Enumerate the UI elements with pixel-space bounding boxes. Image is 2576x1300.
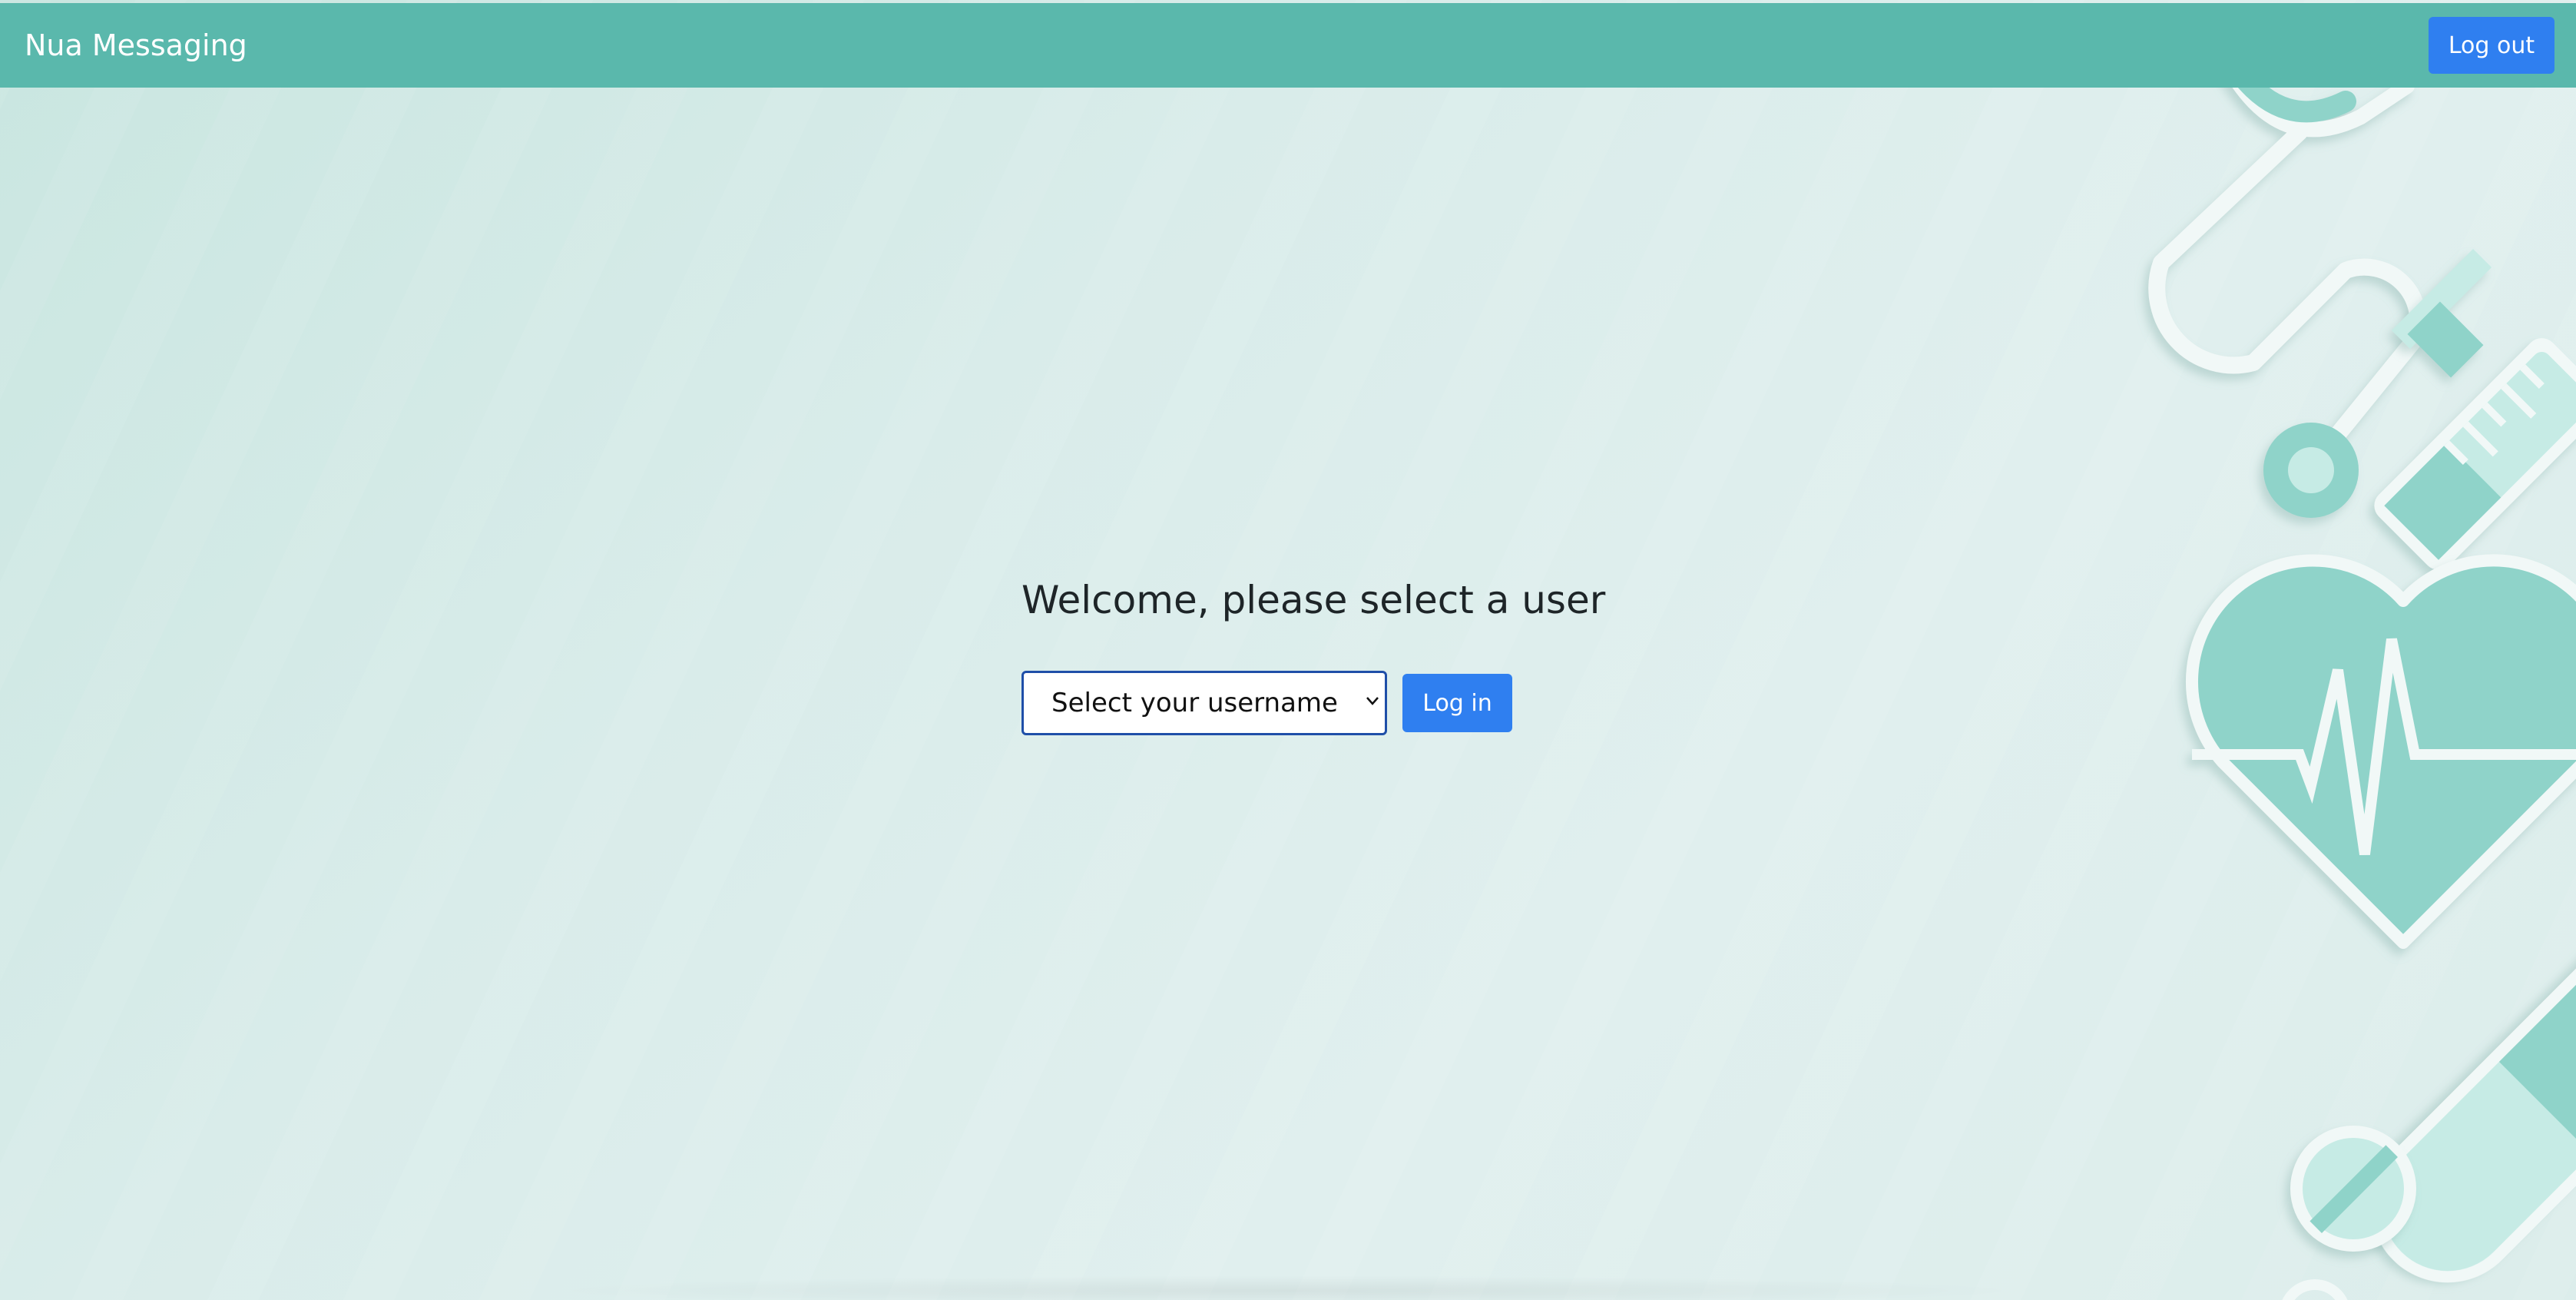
syringe-icon <box>2374 248 2576 570</box>
navbar: Nua Messaging Log out <box>0 3 2576 88</box>
heartbeat-heart-icon <box>2185 554 2576 949</box>
login-button[interactable]: Log in <box>1402 674 1512 732</box>
page-title: Welcome, please select a user <box>1021 578 1606 622</box>
logout-button[interactable]: Log out <box>2429 17 2554 74</box>
stethoscope-icon <box>2148 86 2427 518</box>
username-select[interactable]: Select your username <box>1021 671 1387 735</box>
footer-shadow <box>538 1275 2035 1300</box>
chevron-down-icon <box>1366 697 1379 705</box>
brand-title[interactable]: Nua Messaging <box>25 3 247 88</box>
pill-icon <box>2290 1126 2416 1252</box>
medical-illustration <box>1885 86 2576 1300</box>
username-select-value: Select your username <box>1051 688 1338 718</box>
